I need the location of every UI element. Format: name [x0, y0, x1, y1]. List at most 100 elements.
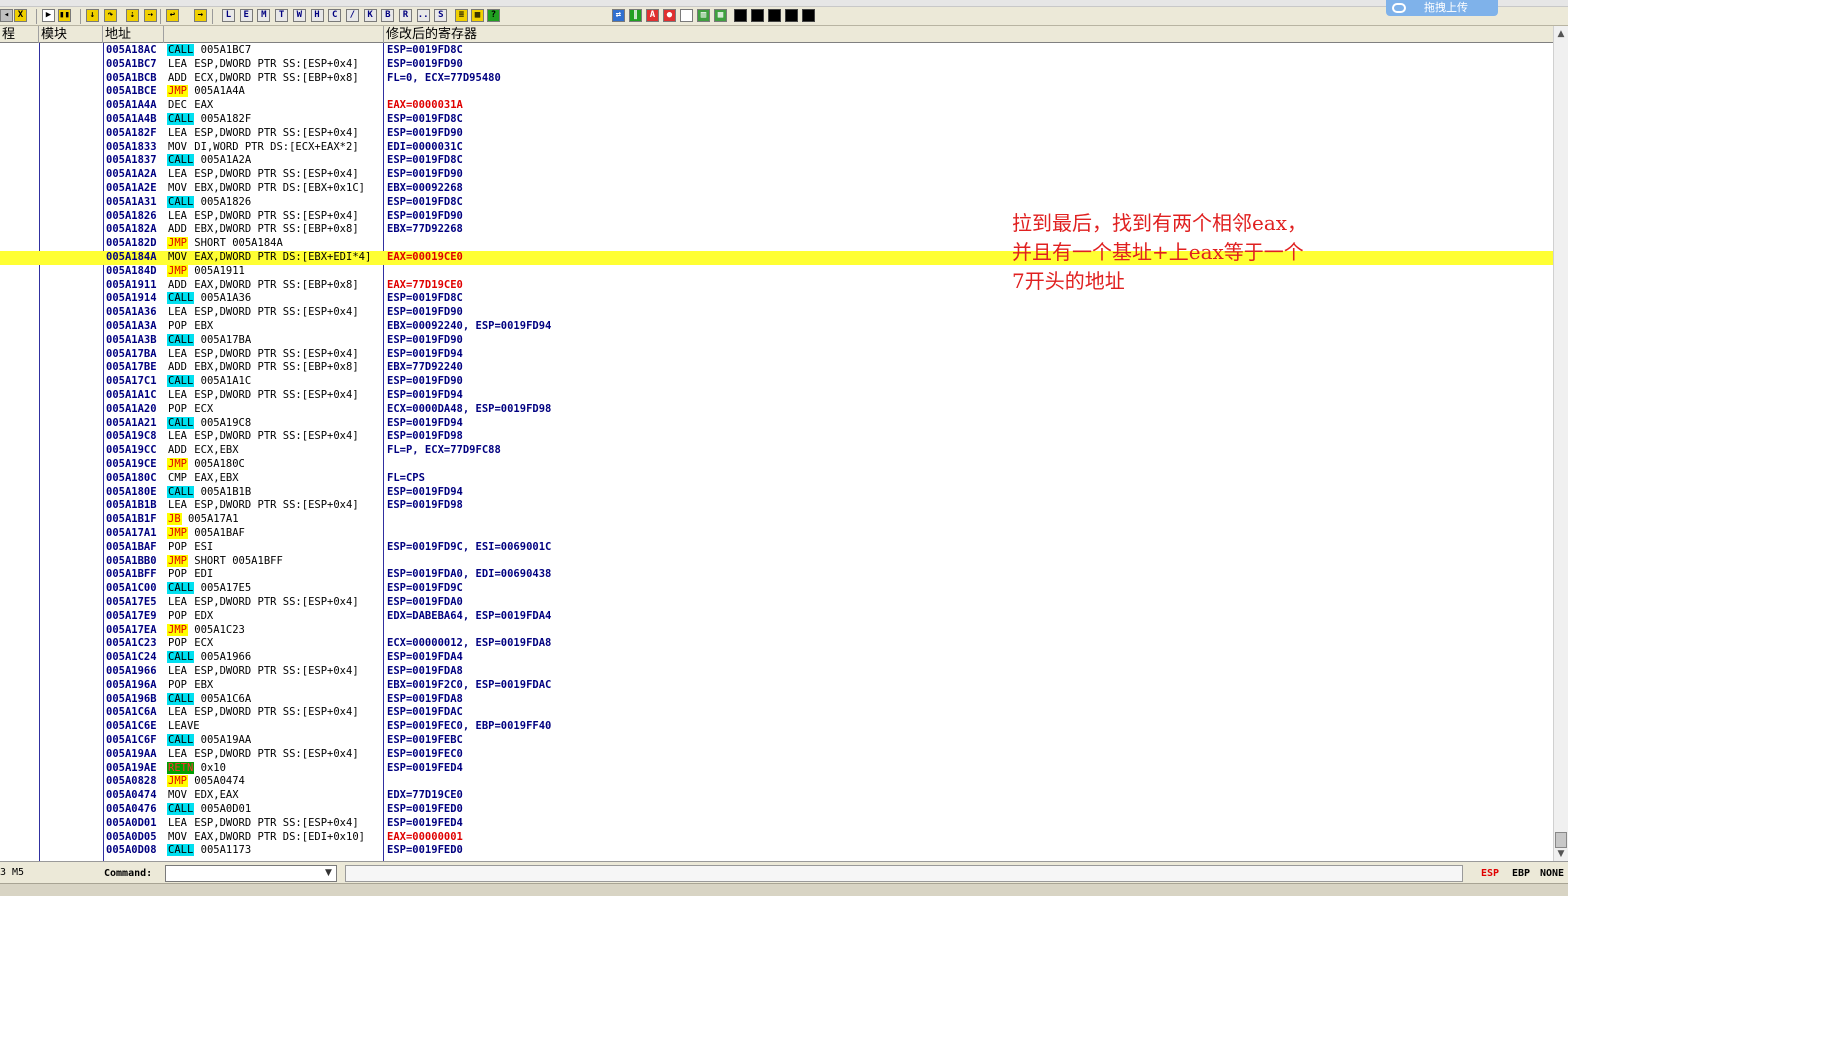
execute-till-return-icon[interactable]: ↩ [166, 9, 179, 22]
register-none-toggle[interactable]: NONE [1540, 867, 1564, 881]
trace-row[interactable]: 005A17BA LEA ESP,DWORD PTR SS:[ESP+0x4] ES… [0, 348, 1553, 362]
trace-row[interactable]: 005A1BC7 LEA ESP,DWORD PTR SS:[ESP+0x4] ES… [0, 58, 1553, 72]
trace-row[interactable]: 005A1A3A POP EBX EBX=00092240, ESP=0019FD9… [0, 320, 1553, 334]
trace-row[interactable]: 005A1A2A LEA ESP,DWORD PTR SS:[ESP+0x4] ES… [0, 168, 1553, 182]
register-esp-toggle[interactable]: ESP [1481, 867, 1499, 881]
blank-plugin-button[interactable] [785, 9, 798, 22]
trace-row[interactable]: 005A1BB0 JMP SHORT 005A1BFF [0, 554, 1553, 569]
trace-row[interactable]: 005A19CC ADD ECX,EBX FL=P, ECX=77D9FC88 [0, 444, 1553, 458]
grid-plugin-icon[interactable]: ▦ [714, 9, 727, 22]
upload-badge[interactable]: 拖拽上传 [1386, 0, 1498, 16]
trace-over-icon[interactable]: ⇢ [144, 9, 157, 22]
pause-icon[interactable]: ▮▮ [58, 9, 71, 22]
chevron-down-icon[interactable]: ▼ [321, 866, 336, 881]
trace-row[interactable]: 005A1A3B CALL 005A17BA ESP=0019FD90 [0, 333, 1553, 348]
window-button-more[interactable]: ... [416, 9, 430, 22]
trace-row[interactable]: 005A1A1C LEA ESP,DWORD PTR SS:[ESP+0x4] ES… [0, 389, 1553, 403]
list-icon[interactable]: ≡ [455, 9, 468, 22]
goto-icon[interactable]: → [194, 9, 207, 22]
trace-row[interactable]: 005A1C00 CALL 005A17E5 ESP=0019FD9C [0, 582, 1553, 596]
register-ebp-toggle[interactable]: EBP [1512, 867, 1530, 881]
trace-row[interactable]: 005A1C6F CALL 005A19AA ESP=0019FEBC [0, 734, 1553, 748]
trace-row[interactable]: 005A0828 JMP 005A0474 [0, 775, 1553, 789]
window-button-c[interactable]: C [328, 9, 342, 22]
trace-row[interactable]: 005A1C23 POP ECX ECX=00000012, ESP=0019FDA… [0, 637, 1553, 651]
blank-plugin-button[interactable] [751, 9, 764, 22]
trace-row[interactable]: 005A1A4B CALL 005A182F ESP=0019FD8C [0, 113, 1553, 127]
header-instruction[interactable] [164, 26, 384, 43]
trace-row[interactable]: 005A17A1 JMP 005A1BAF [0, 527, 1553, 541]
trace-row[interactable]: 005A1833 MOV DI,WORD PTR DS:[ECX+EAX*2] ED… [0, 141, 1553, 155]
trace-row[interactable]: 005A0474 MOV EDX,EAX EDX=77D19CE0 [0, 789, 1553, 803]
trace-row[interactable]: 005A1A4A DEC EAX EAX=0000031A [0, 99, 1553, 113]
trace-row[interactable]: 005A19CE JMP 005A180C [0, 458, 1553, 472]
window-button-r[interactable]: R [399, 9, 412, 22]
trace-row[interactable]: 005A0D05 MOV EAX,DWORD PTR DS:[EDI+0x10] E… [0, 831, 1553, 845]
trace-row[interactable]: 005A1A31 CALL 005A1826 ESP=0019FD8C [0, 195, 1553, 210]
window-button-k[interactable]: K [363, 9, 377, 22]
trace-row[interactable]: 005A18AC CALL 005A1BC7 ESP=0019FD8C [0, 44, 1553, 58]
trace-row[interactable]: 005A196B CALL 005A1C6A ESP=0019FDA8 [0, 692, 1553, 707]
trace-into-icon[interactable]: ⇣ [126, 9, 139, 22]
window-button-e[interactable]: E [239, 9, 253, 22]
command-input[interactable] [165, 865, 337, 882]
trace-row[interactable]: 005A1C6A LEA ESP,DWORD PTR SS:[ESP+0x4] ES… [0, 706, 1553, 720]
scroll-thumb[interactable] [1555, 832, 1567, 848]
trace-row[interactable]: 005A1BFF POP EDI ESP=0019FDA0, EDI=0069043… [0, 568, 1553, 582]
trace-row[interactable]: 005A17E5 LEA ESP,DWORD PTR SS:[ESP+0x4] ES… [0, 596, 1553, 610]
trace-row[interactable]: 005A19C8 LEA ESP,DWORD PTR SS:[ESP+0x4] ES… [0, 430, 1553, 444]
trace-row[interactable]: 005A196A POP EBX EBX=0019F2C0, ESP=0019FDA… [0, 679, 1553, 693]
blank-plugin-button[interactable] [734, 9, 747, 22]
record-icon[interactable]: ● [663, 9, 676, 22]
vertical-scrollbar[interactable]: ▲ ▼ [1553, 26, 1568, 861]
header-module[interactable]: 模块 [39, 26, 103, 43]
header-thread[interactable]: 程 [0, 26, 39, 43]
step-into-icon[interactable]: ↓ [86, 9, 99, 22]
pause-plugin-icon[interactable]: ∥ [629, 9, 642, 22]
close-icon[interactable]: X [14, 9, 27, 22]
scroll-down-icon[interactable]: ▼ [1556, 848, 1566, 860]
trace-row[interactable]: 005A17EA JMP 005A1C23 [0, 623, 1553, 638]
attach-icon[interactable]: A [646, 9, 659, 22]
step-over-icon[interactable]: ↷ [104, 9, 117, 22]
trace-row[interactable]: 005A1BAF POP ESI ESP=0019FD9C, ESI=0069001… [0, 541, 1553, 555]
trace-row[interactable]: 005A17C1 CALL 005A1A1C ESP=0019FD90 [0, 375, 1553, 389]
trace-row[interactable]: 005A1A21 CALL 005A19C8 ESP=0019FD94 [0, 416, 1553, 431]
window-button-m[interactable]: M [257, 9, 271, 22]
trace-row[interactable]: 005A1C24 CALL 005A1966 ESP=0019FDA4 [0, 651, 1553, 665]
help-icon[interactable]: ? [487, 9, 500, 22]
trace-row[interactable]: 005A1A2E MOV EBX,DWORD PTR DS:[EBX+0x1C] E… [0, 182, 1553, 196]
window-button-w[interactable]: W [292, 9, 306, 22]
trace-row[interactable]: 005A182F LEA ESP,DWORD PTR SS:[ESP+0x4] ES… [0, 127, 1553, 141]
window-button-h[interactable]: H [310, 9, 324, 22]
trace-row[interactable]: 005A1C6E LEAVE ESP=0019FEC0, EBP=0019FF40 [0, 720, 1553, 734]
run-trace-list[interactable]: 005A18AC CALL 005A1BC7 ESP=0019FD8C 005A1BC… [0, 43, 1553, 861]
blank-plugin-button[interactable] [768, 9, 781, 22]
trace-row[interactable]: 005A0D08 CALL 005A1173 ESP=0019FED0 [0, 844, 1553, 858]
trace-row[interactable]: 005A1A36 LEA ESP,DWORD PTR SS:[ESP+0x4] ES… [0, 306, 1553, 320]
swap-icon[interactable]: ⇄ [612, 9, 625, 22]
trace-row[interactable]: 005A1B1B LEA ESP,DWORD PTR SS:[ESP+0x4] ES… [0, 499, 1553, 513]
trace-row[interactable]: 005A1BCB ADD ECX,DWORD PTR SS:[EBP+0x8] FL… [0, 72, 1553, 86]
header-registers[interactable]: 修改后的寄存器 [384, 26, 1553, 43]
window-button-slash[interactable]: / [345, 9, 359, 22]
trace-row[interactable]: 005A0D01 LEA ESP,DWORD PTR SS:[ESP+0x4] ES… [0, 817, 1553, 831]
run-icon[interactable]: ▶ [42, 9, 55, 22]
window-button-b[interactable]: B [381, 9, 395, 22]
trace-row[interactable]: 005A19AA LEA ESP,DWORD PTR SS:[ESP+0x4] ES… [0, 748, 1553, 762]
trace-row[interactable]: 005A19AE RETN 0x10 ESP=0019FED4 [0, 761, 1553, 776]
blank-plugin-button[interactable] [802, 9, 815, 22]
trace-row[interactable]: 005A1837 CALL 005A1A2A ESP=0019FD8C [0, 154, 1553, 168]
window-button-s[interactable]: S [434, 9, 448, 22]
chart-icon[interactable]: ▥ [697, 9, 710, 22]
rewind-icon[interactable]: ◂ [0, 9, 13, 22]
header-address[interactable]: 地址 [103, 26, 164, 43]
grid-icon[interactable]: ▦ [471, 9, 484, 22]
trace-row[interactable]: 005A1BCE JMP 005A1A4A [0, 85, 1553, 99]
window-button-l[interactable]: L [222, 9, 235, 22]
trace-row[interactable]: 005A17BE ADD EBX,DWORD PTR SS:[EBP+0x8] EB… [0, 361, 1553, 375]
scroll-up-icon[interactable]: ▲ [1556, 28, 1566, 40]
trace-row[interactable]: 005A180E CALL 005A1B1B ESP=0019FD94 [0, 485, 1553, 500]
window-button-t[interactable]: T [275, 9, 289, 22]
trace-row[interactable]: 005A1A20 POP ECX ECX=0000DA48, ESP=0019FD9… [0, 403, 1553, 417]
